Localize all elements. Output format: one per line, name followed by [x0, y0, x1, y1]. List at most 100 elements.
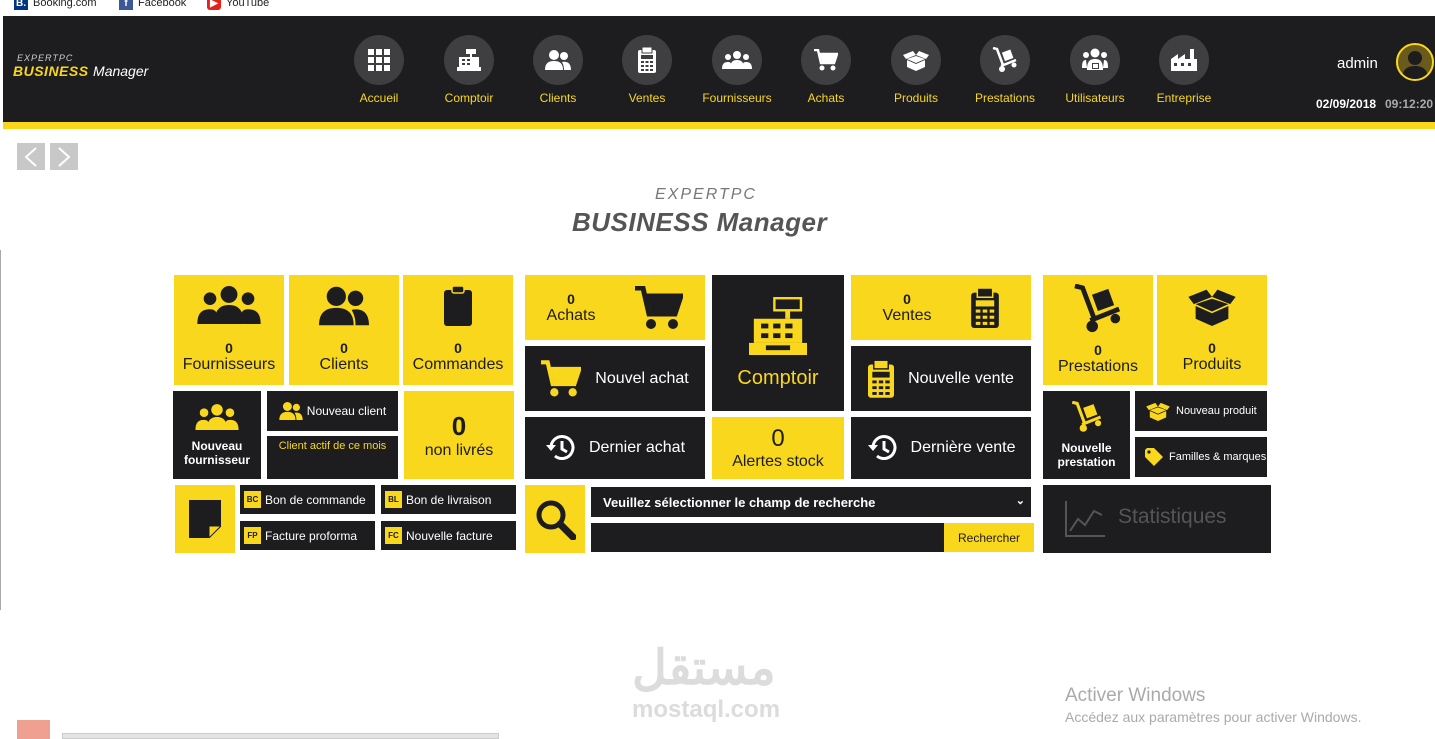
- nav-label: Clients: [539, 91, 577, 105]
- prev-button[interactable]: [17, 143, 45, 170]
- history-icon: [545, 435, 575, 460]
- nav-entreprise[interactable]: Entreprise: [1139, 35, 1229, 105]
- nav-ventes[interactable]: Ventes: [602, 35, 692, 105]
- clients-count: 0: [340, 340, 348, 356]
- nouveau-produit-label: Nouveau produit: [1176, 405, 1257, 417]
- ventes-label: Ventes: [882, 306, 932, 324]
- group-icon: [712, 35, 762, 85]
- nav-label: Utilisateurs: [1065, 91, 1125, 105]
- facture-proforma-label: Facture proforma: [265, 528, 358, 543]
- nav-prestations[interactable]: Prestations: [960, 35, 1050, 105]
- tile-prestations[interactable]: 0 Prestations: [1043, 275, 1153, 385]
- tile-dernier-achat[interactable]: Dernier achat: [525, 417, 705, 479]
- nav-label: Produits: [893, 91, 939, 105]
- chevron-right-icon: [58, 146, 71, 167]
- btn-bon-commande[interactable]: BC Bon de commande: [240, 485, 375, 514]
- commandes-label: Commandes: [412, 356, 504, 373]
- ventes-count: 0: [903, 290, 911, 307]
- nouveau-fournisseur-label: Nouveau fournisseur: [183, 438, 250, 467]
- user-name[interactable]: admin: [1337, 55, 1378, 72]
- tile-commandes[interactable]: 0 Commandes: [403, 275, 513, 385]
- tile-derniere-vente[interactable]: Dernière vente: [851, 417, 1031, 479]
- grid-icon: [354, 35, 404, 85]
- btn-bon-livraison[interactable]: BL Bon de livraison: [381, 485, 516, 514]
- bc-icon: BC: [244, 491, 261, 508]
- tile-nouveau-fournisseur[interactable]: Nouveau fournisseur: [173, 391, 261, 479]
- nouvelle-vente-label: Nouvelle vente: [908, 369, 1014, 387]
- taskbar-app-icon[interactable]: [17, 720, 50, 739]
- nav-accueil[interactable]: Accueil: [334, 35, 424, 105]
- nouveau-client-label: Nouveau client: [306, 404, 387, 418]
- tile-non-livres[interactable]: 0 non livrés: [404, 391, 514, 479]
- watermark-url: mostaql.com: [632, 696, 781, 723]
- produits-count: 0: [1208, 340, 1216, 356]
- tile-nouvelle-vente[interactable]: Nouvelle vente: [851, 346, 1031, 411]
- nav-label: Comptoir: [444, 91, 494, 105]
- non-livres-label: non livrés: [424, 441, 494, 459]
- tile-notes[interactable]: [175, 485, 235, 553]
- tile-statistiques[interactable]: Statistiques: [1043, 485, 1271, 553]
- statistiques-label: Statistiques: [1118, 505, 1227, 528]
- tile-nouvel-achat[interactable]: Nouvel achat: [525, 346, 705, 411]
- nav-clients[interactable]: Clients: [513, 35, 603, 105]
- bon-livraison-label: Bon de livraison: [406, 492, 492, 507]
- tile-nouveau-client[interactable]: Nouveau client: [267, 391, 398, 431]
- next-button[interactable]: [50, 143, 78, 170]
- non-livres-count: 0: [451, 410, 467, 441]
- cart-icon: [541, 359, 582, 396]
- fc-icon: FC: [385, 527, 402, 544]
- calculator-icon: [622, 35, 672, 85]
- search-input[interactable]: [591, 523, 944, 552]
- brand-business: BUSINESS: [13, 63, 89, 79]
- user-lock-icon: [1070, 35, 1120, 85]
- comptoir-label: Comptoir: [737, 366, 819, 389]
- nouvel-achat-label: Nouvel achat: [595, 369, 689, 387]
- logo-top: EXPERTPC: [655, 186, 757, 203]
- bookmark-booking[interactable]: B. Booking.com: [14, 0, 97, 10]
- bookmark-facebook[interactable]: f Facebook: [119, 0, 186, 10]
- nav-achats[interactable]: Achats: [781, 35, 871, 105]
- tile-achats[interactable]: 0 Achats: [525, 275, 705, 340]
- nav-utilisateurs[interactable]: Utilisateurs: [1050, 35, 1140, 105]
- btn-facture-proforma[interactable]: FP Facture proforma: [240, 521, 375, 550]
- nouvelle-facture-label: Nouvelle facture: [406, 528, 493, 543]
- nav-label: Prestations: [974, 91, 1036, 105]
- tile-ventes[interactable]: 0 Ventes: [851, 275, 1031, 340]
- tile-nouvelle-prestation[interactable]: Nouvelle prestation: [1043, 391, 1130, 479]
- brand-manager: Manager: [93, 63, 149, 79]
- header-time: 09:12:20: [1385, 97, 1434, 111]
- tile-fournisseurs[interactable]: 0 Fournisseurs: [174, 275, 284, 385]
- tile-alertes-stock[interactable]: 0 Alertes stock: [712, 417, 844, 479]
- tile-clients[interactable]: 0 Clients: [289, 275, 399, 385]
- header-brand[interactable]: EXPERTPC BUSINESS Manager: [13, 53, 148, 81]
- tile-comptoir[interactable]: Comptoir: [712, 275, 844, 411]
- nav-fournisseurs[interactable]: Fournisseurs: [692, 35, 782, 105]
- fournisseurs-count: 0: [225, 340, 233, 356]
- bookmark-label: Booking.com: [33, 0, 97, 9]
- nav-label: Ventes: [628, 91, 666, 105]
- windows-activation-title: Activer Windows: [1065, 685, 1206, 706]
- btn-nouveau-produit[interactable]: Nouveau produit: [1135, 391, 1267, 431]
- dernier-achat-label: Dernier achat: [588, 439, 686, 456]
- tag-icon: [1145, 448, 1163, 466]
- fournisseurs-label: Fournisseurs: [182, 356, 276, 373]
- nav-produits[interactable]: Produits: [871, 35, 961, 105]
- btn-nouvelle-facture[interactable]: FC Nouvelle facture: [381, 521, 516, 550]
- fp-icon: FP: [244, 527, 261, 544]
- tile-client-actif[interactable]: Client actif de ce mois: [267, 436, 398, 479]
- header-accent-strip: [3, 122, 1435, 129]
- note-icon: [189, 500, 221, 538]
- header-date: 02/09/2018: [1316, 97, 1377, 111]
- clients-label: Clients: [319, 356, 369, 373]
- factory-icon: [1159, 35, 1209, 85]
- nav-comptoir[interactable]: Comptoir: [424, 35, 514, 105]
- avatar[interactable]: [1396, 43, 1434, 81]
- btn-familles-marques[interactable]: Familles & marques: [1135, 437, 1267, 477]
- search-field-select[interactable]: Veuillez sélectionner le champ de recher…: [591, 487, 1031, 517]
- calculator-icon: [868, 359, 895, 398]
- search-button[interactable]: Rechercher: [944, 523, 1034, 552]
- achats-label: Achats: [546, 306, 596, 324]
- tile-produits[interactable]: 0 Produits: [1157, 275, 1267, 385]
- bookmark-youtube[interactable]: ▶ YouTube: [207, 0, 269, 10]
- search-tile[interactable]: [525, 485, 585, 553]
